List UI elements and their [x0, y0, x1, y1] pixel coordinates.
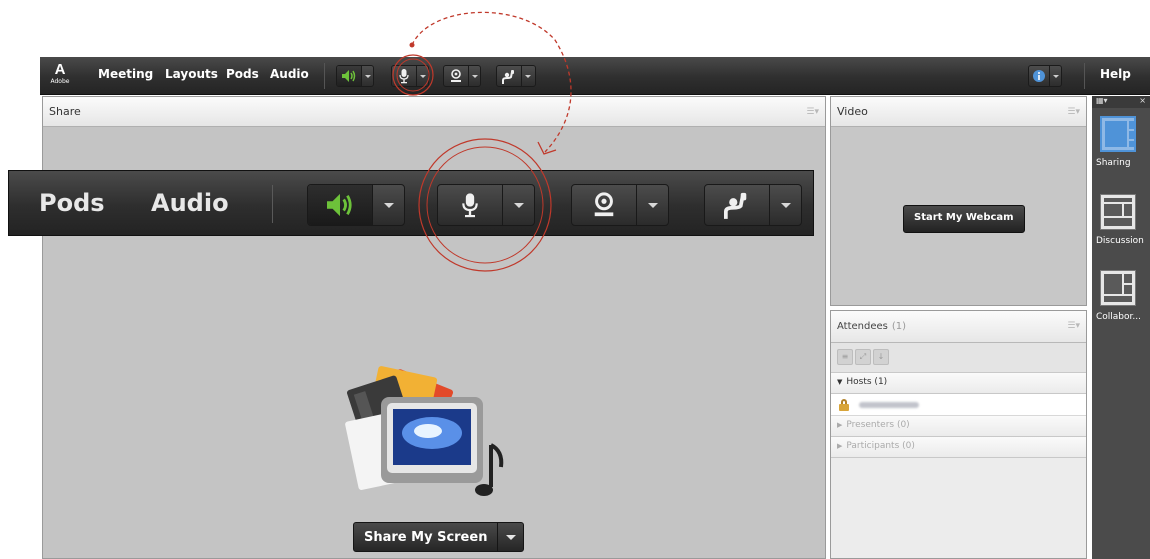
- pod-options-icon[interactable]: ☰▾: [1067, 321, 1080, 331]
- microphone-icon: [438, 185, 502, 225]
- speaker-control[interactable]: [336, 65, 374, 87]
- share-pod-header: Share ☰▾: [43, 97, 825, 127]
- microphone-icon: [392, 66, 416, 86]
- microphone-control[interactable]: [391, 65, 429, 87]
- raise-hand-icon: [705, 185, 769, 225]
- close-icon[interactable]: ×: [1139, 96, 1146, 105]
- start-my-webcam-button[interactable]: Start My Webcam: [903, 205, 1025, 233]
- menubar-divider-right: [1084, 63, 1085, 89]
- zoom-label-audio: Audio: [151, 189, 229, 217]
- collapsed-arrow-icon: ▶: [837, 442, 843, 450]
- speaker-dropdown[interactable]: [361, 66, 373, 86]
- attendees-pod-header: Attendees (1) ☰▾: [831, 311, 1086, 343]
- layout-collaboration[interactable]: Collabor...: [1096, 270, 1150, 322]
- info-dropdown[interactable]: [1049, 66, 1061, 86]
- attendees-count: (1): [891, 321, 907, 332]
- webcam-icon: [444, 66, 468, 86]
- lock-icon: [839, 398, 849, 411]
- group-hosts[interactable]: ▼ Hosts (1): [831, 373, 1086, 394]
- attendee-row[interactable]: [831, 394, 1086, 416]
- expanded-arrow-icon: ▼: [837, 378, 843, 386]
- share-options-dropdown[interactable]: [497, 523, 523, 551]
- menu-audio[interactable]: Audio: [270, 67, 309, 81]
- menubar: A Adobe Meeting Layouts Pods Audio Help: [40, 57, 1150, 95]
- attendee-name: [859, 401, 919, 408]
- webcam-dropdown[interactable]: [468, 66, 480, 86]
- layout-label: Sharing: [1096, 158, 1131, 168]
- share-pod: Share ☰▾ Share My Screen: [42, 96, 826, 559]
- layout-thumbnail: [1100, 194, 1136, 230]
- layouts-panel: ▦▾ × Sharing Discussion Collabor...: [1092, 96, 1150, 559]
- info-control[interactable]: [1028, 65, 1062, 87]
- webcam-icon: [572, 185, 636, 225]
- layout-sharing[interactable]: Sharing: [1096, 116, 1150, 168]
- help-menu[interactable]: Help: [1100, 67, 1131, 81]
- zoom-label-pods: Pods: [39, 189, 105, 217]
- attendees-toolbar: ≡ ⤢ ↓: [831, 343, 1086, 373]
- zoom-status-control: [704, 184, 802, 226]
- list-view-icon[interactable]: ≡: [837, 349, 853, 365]
- layout-thumbnail: [1100, 116, 1136, 152]
- pod-options-icon[interactable]: ☰▾: [1067, 107, 1080, 117]
- webcam-control[interactable]: [443, 65, 481, 87]
- chevron-down-icon: [372, 185, 404, 225]
- menu-layouts[interactable]: Layouts: [165, 67, 218, 81]
- group-participants[interactable]: ▶ Participants (0): [831, 437, 1086, 458]
- zoom-divider: [272, 185, 273, 223]
- video-pod: Video ☰▾ Start My Webcam: [830, 96, 1087, 306]
- group-label: Participants (0): [846, 441, 915, 451]
- sort-icon[interactable]: ↓: [873, 349, 889, 365]
- chevron-down-icon: [769, 185, 801, 225]
- video-pod-title: Video: [837, 105, 868, 118]
- share-my-screen-button[interactable]: Share My Screen: [353, 522, 525, 552]
- chevron-down-icon: [636, 185, 668, 225]
- group-label: Presenters (0): [846, 420, 910, 430]
- layout-discussion[interactable]: Discussion: [1096, 194, 1150, 246]
- app-window: A Adobe Meeting Layouts Pods Audio Help …: [0, 0, 1150, 559]
- info-icon: [1029, 66, 1049, 86]
- group-label: Hosts (1): [846, 377, 888, 387]
- menu-pods[interactable]: Pods: [226, 67, 259, 81]
- menubar-divider: [324, 63, 325, 89]
- share-my-screen-label: Share My Screen: [364, 530, 488, 545]
- zoom-webcam-control: [571, 184, 669, 226]
- adobe-logo: A Adobe: [50, 61, 70, 85]
- microphone-dropdown[interactable]: [416, 66, 428, 86]
- status-control[interactable]: [496, 65, 536, 87]
- speaker-icon: [337, 66, 361, 86]
- attendees-pod-title: Attendees: [837, 321, 888, 332]
- menu-meeting[interactable]: Meeting: [98, 67, 153, 81]
- attendees-pod: Attendees (1) ☰▾ ≡ ⤢ ↓ ▼ Hosts (1) ▶ Presen…: [830, 310, 1087, 559]
- pod-options-icon[interactable]: ☰▾: [806, 107, 819, 117]
- group-presenters[interactable]: ▶ Presenters (0): [831, 416, 1086, 437]
- layout-label: Discussion: [1096, 236, 1144, 246]
- status-dropdown[interactable]: [521, 66, 533, 86]
- zoom-microphone-control: [437, 184, 535, 226]
- speaker-icon: [308, 185, 372, 225]
- share-screen-icon: [345, 366, 504, 496]
- zoomed-toolbar-callout: Pods Audio: [8, 170, 814, 236]
- layouts-panel-header: ▦▾ ×: [1092, 96, 1150, 108]
- expand-icon[interactable]: ⤢: [855, 349, 871, 365]
- video-pod-header: Video ☰▾: [831, 97, 1086, 127]
- layout-thumbnail: [1100, 270, 1136, 306]
- collapsed-arrow-icon: ▶: [837, 421, 843, 429]
- raise-hand-icon: [497, 66, 521, 86]
- share-pod-title: Share: [49, 105, 81, 118]
- chevron-down-icon: [502, 185, 534, 225]
- layout-label: Collabor...: [1096, 312, 1141, 322]
- zoom-speaker-control: [307, 184, 405, 226]
- layouts-menu-icon[interactable]: ▦▾: [1096, 96, 1108, 105]
